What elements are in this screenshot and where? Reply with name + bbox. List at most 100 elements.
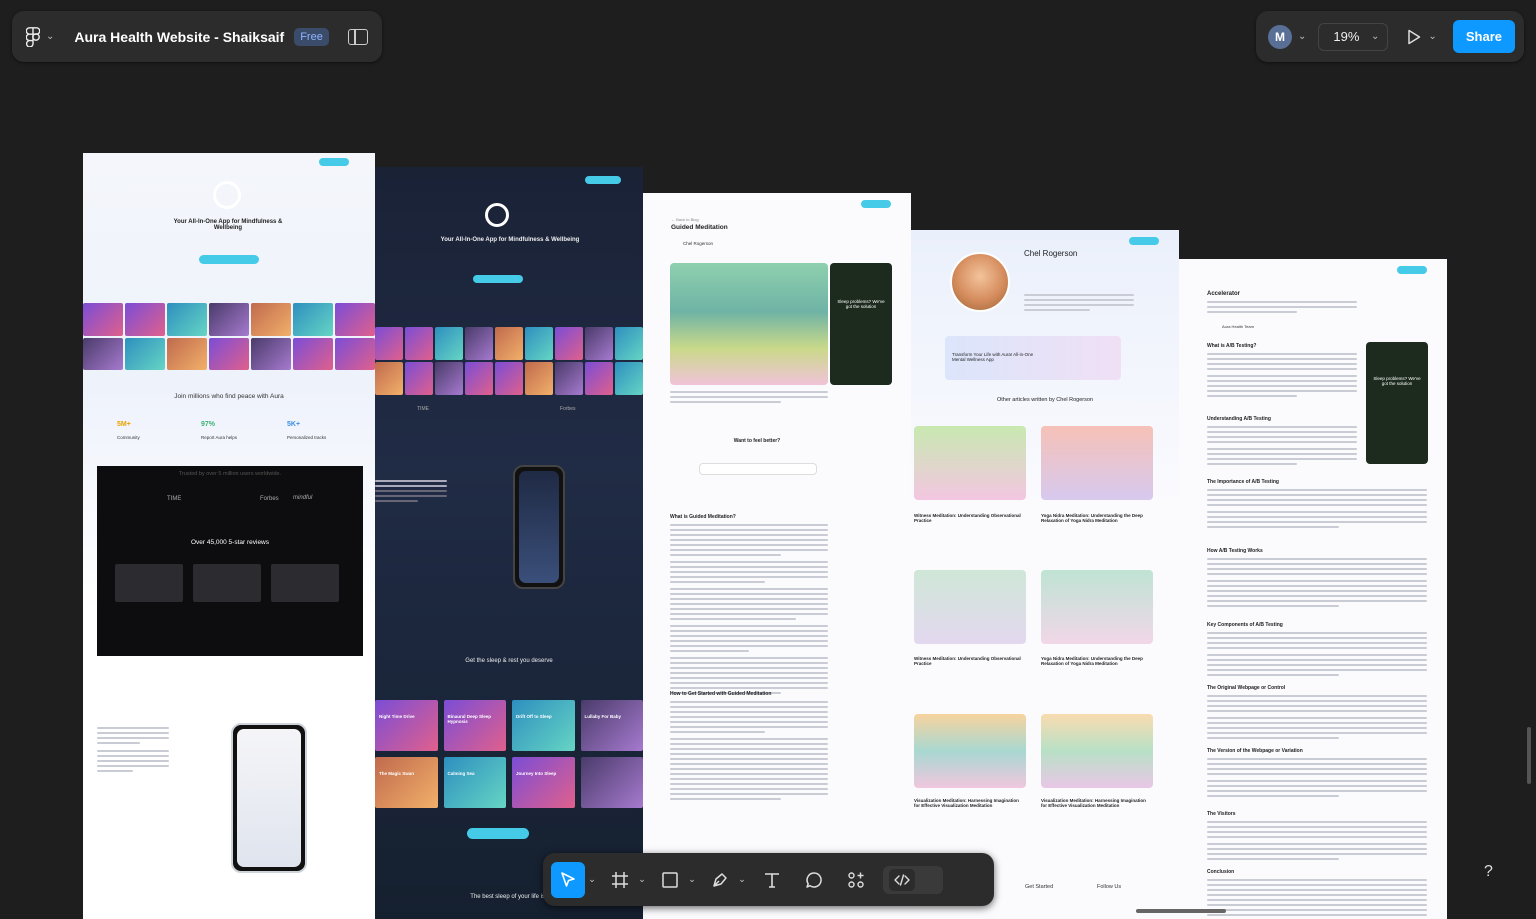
chevron-down-icon: ⌄: [46, 31, 55, 42]
article-card-image[interactable]: [914, 426, 1026, 500]
section-body: [1207, 426, 1357, 468]
sidebar-toggle-icon[interactable]: [348, 28, 368, 45]
chevron-down-icon[interactable]: ⌄: [635, 874, 649, 885]
hero-cta: [473, 275, 523, 283]
stat-value: 97%: [201, 421, 216, 428]
plan-badge[interactable]: Free: [294, 27, 329, 46]
main-menu-button[interactable]: ⌄: [26, 26, 55, 47]
article-card-title[interactable]: Yoga Nidra Meditation: Understanding the…: [1041, 513, 1153, 523]
code-icon: [889, 868, 915, 891]
article-card-title[interactable]: Witness Meditation: Understanding Observ…: [914, 656, 1026, 666]
section-heading: How A/B Testing Works: [1207, 548, 1263, 554]
chevron-down-icon[interactable]: ⌄: [1298, 31, 1306, 42]
file-panel: ⌄ Aura Health Website - Shaiksaif Free: [12, 11, 382, 62]
header-cta-pill: [861, 200, 891, 208]
body-copy: [97, 727, 169, 775]
text-icon: [765, 872, 779, 888]
chevron-down-icon[interactable]: ⌄: [585, 874, 599, 885]
stat-value: 5M+: [117, 421, 131, 428]
article-card-title[interactable]: Visualization Meditation: Harnessing Ima…: [914, 798, 1026, 808]
phone-mockup: [513, 465, 565, 589]
article-card-title[interactable]: Yoga Nidra Meditation: Understanding the…: [1041, 656, 1153, 666]
zoom-dropdown[interactable]: 19% ⌄: [1318, 22, 1389, 51]
track-title: Journey Into Sleep: [516, 771, 557, 776]
email-input[interactable]: [699, 463, 817, 475]
chevron-down-icon[interactable]: ⌄: [685, 874, 699, 885]
section-body: [1207, 758, 1427, 800]
present-play-icon[interactable]: [1406, 29, 1422, 45]
frame-tool[interactable]: [605, 862, 635, 898]
chevron-down-icon[interactable]: ⌄: [735, 874, 749, 885]
shape-tool[interactable]: [655, 862, 685, 898]
header-cta-pill: [1397, 266, 1427, 274]
track-title: Drift Off to Sleep: [516, 714, 552, 719]
help-icon[interactable]: ?: [1484, 863, 1493, 881]
figma-logo-icon: [26, 26, 40, 47]
author-bio: [1024, 294, 1134, 314]
track-title: Lullaby For Baby: [584, 714, 622, 719]
chevron-down-icon[interactable]: ⌄: [1428, 31, 1436, 42]
article-card-title[interactable]: Visualization Meditation: Harnessing Ima…: [1041, 798, 1153, 808]
article-card-image[interactable]: [914, 714, 1026, 788]
sleep-heading: Get the sleep & rest you deserve: [465, 658, 553, 664]
section-heading: Understanding A/B Testing: [1207, 416, 1271, 422]
section-heading: How to Get Started with Guided Meditatio…: [670, 691, 772, 697]
frame-home-dark[interactable]: Your All-In-One App for Mindfulness & We…: [375, 167, 643, 919]
author-name: Chel Rogerson: [683, 241, 714, 246]
header-cta-pill: [585, 176, 621, 184]
article-body: [670, 524, 828, 697]
horizontal-scrollbar[interactable]: [1136, 909, 1226, 913]
frame-author-page[interactable]: Chel Rogerson Transform Your Life with A…: [911, 230, 1179, 919]
footer-heading: Follow Us: [1097, 884, 1122, 890]
social-proof-section: Trusted by over 5 million users worldwid…: [97, 466, 363, 656]
article-card-image[interactable]: [1041, 570, 1153, 644]
rectangle-icon: [662, 871, 678, 888]
article-card-image[interactable]: [914, 570, 1026, 644]
stat-label: Report Aura helps: [201, 435, 238, 440]
move-tool[interactable]: [551, 861, 585, 898]
footer-heading: Get Started: [1025, 884, 1054, 890]
sleep-ad: Sleep problems? We've got the solution: [1366, 342, 1428, 464]
comment-tool[interactable]: [799, 862, 829, 898]
actions-tool[interactable]: [841, 862, 871, 898]
article-card-image[interactable]: [1041, 714, 1153, 788]
article-card-image[interactable]: [1041, 426, 1153, 500]
text-tool[interactable]: [757, 862, 787, 898]
aura-logo-ring: [485, 203, 509, 227]
intro-copy: [1207, 301, 1357, 316]
sleep-ad: Sleep problems? We've got the solution: [830, 263, 892, 385]
reviews-heading: Over 45,000 5-star reviews: [190, 539, 270, 546]
design-canvas[interactable]: ⌄ Aura Health Website - Shaiksaif Free M…: [0, 0, 1536, 919]
stat-label: Community: [117, 435, 140, 440]
other-articles-heading: Other articles written by Chel Rogerson: [997, 397, 1093, 403]
file-title[interactable]: Aura Health Website - Shaiksaif: [74, 29, 284, 45]
pen-tool[interactable]: [705, 862, 735, 898]
section-heading: Key Components of A/B Testing: [1207, 622, 1283, 628]
frame-home-light[interactable]: Your All-In-One App for Mindfulness & We…: [83, 153, 375, 919]
press-logo: mindful: [293, 495, 313, 501]
dev-mode-toggle[interactable]: [883, 865, 943, 894]
section-heading: Conclusion: [1207, 869, 1235, 875]
article-body: [670, 701, 828, 803]
section-body: [1207, 353, 1357, 400]
zoom-value: 19%: [1333, 29, 1360, 44]
hero-title: Your All-In-One App for Mindfulness & We…: [440, 237, 580, 243]
hero-cta: [199, 255, 259, 264]
cursor-icon: [561, 871, 575, 887]
press-logo: TIME: [167, 496, 182, 502]
bottom-toolbar: ⌄ ⌄ ⌄ ⌄: [543, 853, 994, 906]
author-name: Aura Health Team: [1222, 324, 1254, 329]
article-card-title[interactable]: Witness Meditation: Understanding Observ…: [914, 513, 1026, 523]
share-button[interactable]: Share: [1452, 20, 1515, 53]
feel-better-heading: Want to feel better?: [733, 438, 781, 444]
vertical-scrollbar[interactable]: [1527, 727, 1531, 784]
section-heading: What is A/B Testing?: [1207, 343, 1257, 349]
frame-article-guided-meditation[interactable]: ← Back to Blog Guided Meditation Chel Ro…: [643, 193, 911, 919]
track-title: Binaural Deep Sleep Hypnosis: [447, 714, 492, 724]
frame-article-accelerator[interactable]: Accelerator Aura Health Team Sleep probl…: [1179, 259, 1447, 919]
review-card: [115, 564, 183, 602]
ad-title: Sleep problems? We've got the solution: [837, 299, 885, 309]
avatar[interactable]: M: [1268, 24, 1292, 49]
join-heading: Join millions who find peace with Aura: [174, 393, 284, 400]
author-name: Chel Rogerson: [1024, 249, 1078, 258]
